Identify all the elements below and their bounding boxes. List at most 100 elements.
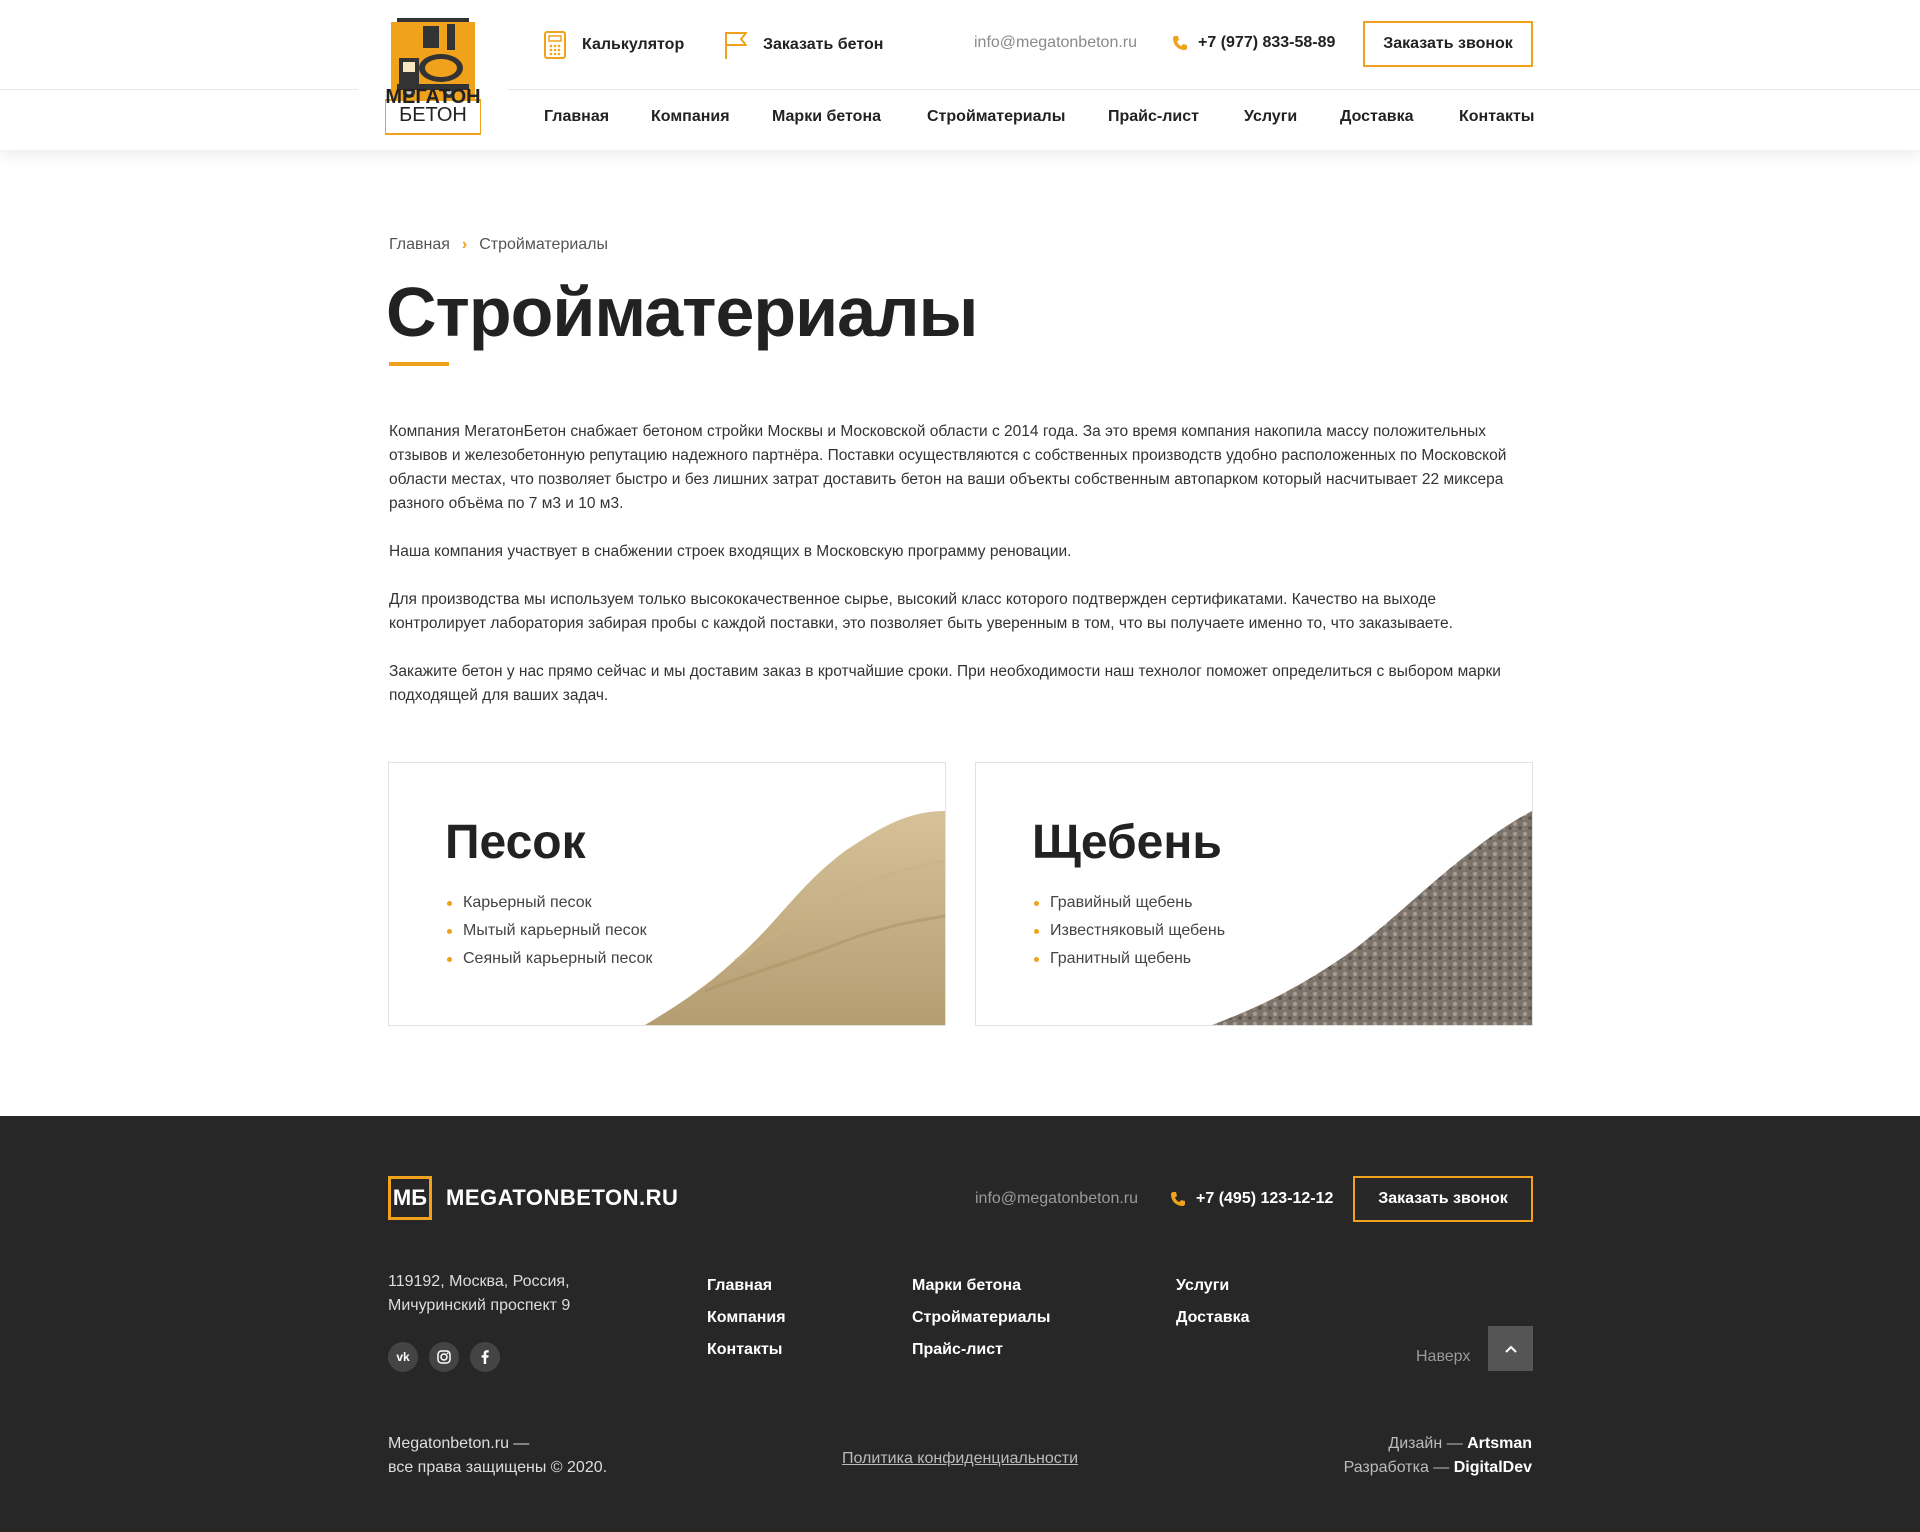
list-item[interactable]: Мытый карьерный песок [447,917,652,945]
card-title: Песок [445,816,586,869]
header-email[interactable]: info@megatonbeton.ru [974,34,1137,52]
header-phone-number: +7 (977) 833-58-89 [1198,34,1336,51]
design-label: Дизайн — [1388,1435,1463,1452]
gravel-card[interactable]: Щебень Гравийный щебень Известняковый ще… [975,762,1533,1026]
footer-link-concrete-grades[interactable]: Марки бетона [912,1270,1050,1302]
footer-link-home[interactable]: Главная [707,1270,786,1302]
scroll-top-label[interactable]: Наверх [1416,1348,1470,1366]
chevron-right-icon: › [461,236,468,253]
design-credit: Дизайн — Artsman [1344,1432,1532,1456]
footer-link-contacts[interactable]: Контакты [707,1334,786,1366]
list-item-label: Сеяный карьерный песок [463,950,653,967]
footer-logo-name: MEGATONBETON.RU [446,1185,679,1210]
title-underline [389,362,449,366]
footer-link-price-list[interactable]: Прайс-лист [912,1334,1050,1366]
credits: Дизайн — Artsman Разработка — DigitalDev [1344,1432,1532,1480]
facebook-icon[interactable] [470,1342,500,1372]
order-concrete-label: Заказать бетон [763,36,884,53]
calculator-label: Калькулятор [582,36,685,53]
intro-text: Компания МегатонБетон снабжает бетоном с… [389,420,1529,732]
vk-icon[interactable]: vk [388,1342,418,1372]
phone-icon [1171,1192,1185,1206]
social-links: vk [388,1342,500,1372]
nav-item-building-materials[interactable]: Стройматериалы [927,108,1065,126]
nav-item-delivery[interactable]: Доставка [1340,108,1414,126]
list-item[interactable]: Гравийный щебень [1034,889,1225,917]
intro-paragraph: Для производства мы используем только вы… [389,591,1453,632]
bullet-icon [447,929,452,934]
sand-card[interactable]: Песок Карьерный песок Мытый карьерный пе… [388,762,946,1026]
order-concrete-link[interactable]: Заказать бетон [723,30,883,60]
list-item-label: Карьерный песок [463,894,592,911]
bullet-icon [447,957,452,962]
nav-item-home[interactable]: Главная [544,108,609,126]
phone-icon [1173,36,1187,50]
dev-label: Разработка — [1343,1459,1450,1476]
footer-phone[interactable]: +7 (495) 123-12-12 [1170,1190,1333,1208]
footer-menu-col3: Услуги Доставка [1176,1270,1250,1334]
footer-link-building-materials[interactable]: Стройматериалы [912,1302,1050,1334]
design-author[interactable]: Artsman [1467,1435,1532,1452]
chevron-up-icon [1504,1345,1517,1353]
nav-item-price-list[interactable]: Прайс-лист [1108,108,1199,126]
calculator-icon [542,30,568,60]
logo[interactable]: МЕГАТОН БЕТОН [358,0,508,150]
footer-address: 119192, Москва, Россия, Мичуринский прос… [388,1270,570,1318]
dev-author[interactable]: DigitalDev [1454,1459,1532,1476]
bullet-icon [1034,957,1039,962]
gravel-pile-image [1212,811,1532,1025]
intro-paragraph: Наша компания участвует в снабжении стро… [389,543,1072,560]
footer-email[interactable]: info@megatonbeton.ru [975,1190,1138,1208]
privacy-policy-link[interactable]: Политика конфиденциальности [842,1450,1078,1468]
bullet-icon [1034,901,1039,906]
bullet-icon [1034,929,1039,934]
copyright-line: Megatonbeton.ru — [388,1435,530,1452]
list-item-label: Гранитный щебень [1050,950,1192,967]
list-item[interactable]: Сеяный карьерный песок [447,945,652,973]
bullet-icon [447,901,452,906]
footer-link-delivery[interactable]: Доставка [1176,1302,1250,1334]
footer-link-services[interactable]: Услуги [1176,1270,1250,1302]
list-item[interactable]: Карьерный песок [447,889,652,917]
main-nav: Главная Компания Марки бетона Стройматер… [0,108,1920,132]
header-divider [0,89,1920,90]
footer-link-company[interactable]: Компания [707,1302,786,1334]
list-item-label: Известняковый щебень [1050,922,1226,939]
flag-icon [723,30,749,60]
list-item-label: Гравийный щебень [1050,894,1193,911]
card-title: Щебень [1032,816,1222,869]
scroll-top-button[interactable] [1488,1326,1533,1371]
list-item[interactable]: Гранитный щебень [1034,945,1225,973]
breadcrumb-current: Стройматериалы [479,236,609,253]
nav-item-company[interactable]: Компания [651,108,730,126]
footer-phone-number: +7 (495) 123-12-12 [1196,1190,1334,1207]
nav-item-services[interactable]: Услуги [1244,108,1297,126]
list-item-label: Мытый карьерный песок [463,922,647,939]
list-item[interactable]: Известняковый щебень [1034,917,1225,945]
logo-text-beton: БЕТОН [399,104,467,126]
header-phone[interactable]: +7 (977) 833-58-89 [1172,34,1335,52]
gravel-types-list: Гравийный щебень Известняковый щебень Гр… [1034,889,1225,973]
copyright-line: все права защищены © 2020. [388,1459,608,1476]
copyright: Megatonbeton.ru — все права защищены © 2… [388,1432,607,1480]
intro-paragraph: Компания МегатонБетон снабжает бетоном с… [389,423,1507,512]
intro-paragraph: Закажите бетон у нас прямо сейчас и мы д… [389,663,1501,704]
footer-logo[interactable]: МБ MEGATONBETON.RU [388,1176,678,1220]
instagram-icon[interactable] [429,1342,459,1372]
site-header: МЕГАТОН БЕТОН Калькулятор Заказать бетон… [0,0,1920,150]
breadcrumb-home[interactable]: Главная [389,236,450,254]
nav-item-concrete-grades[interactable]: Марки бетона [772,108,881,126]
nav-item-contacts[interactable]: Контакты [1459,108,1534,126]
footer-menu-col1: Главная Компания Контакты [707,1270,786,1366]
site-footer: МБ MEGATONBETON.RU info@megatonbeton.ru … [0,1116,1920,1532]
call-request-button[interactable]: Заказать звонок [1363,21,1533,67]
sand-types-list: Карьерный песок Мытый карьерный песок Се… [447,889,652,973]
footer-logo-mark: МБ [388,1176,432,1220]
sand-pile-image [645,811,945,1025]
calculator-link[interactable]: Калькулятор [542,30,684,60]
footer-call-request-button[interactable]: Заказать звонок [1353,1176,1533,1222]
address-line: Мичуринский проспект 9 [388,1297,571,1314]
dev-credit: Разработка — DigitalDev [1344,1456,1532,1480]
breadcrumb: Главная › Стройматериалы [389,236,608,254]
page-title: Стройматериалы [386,273,978,351]
